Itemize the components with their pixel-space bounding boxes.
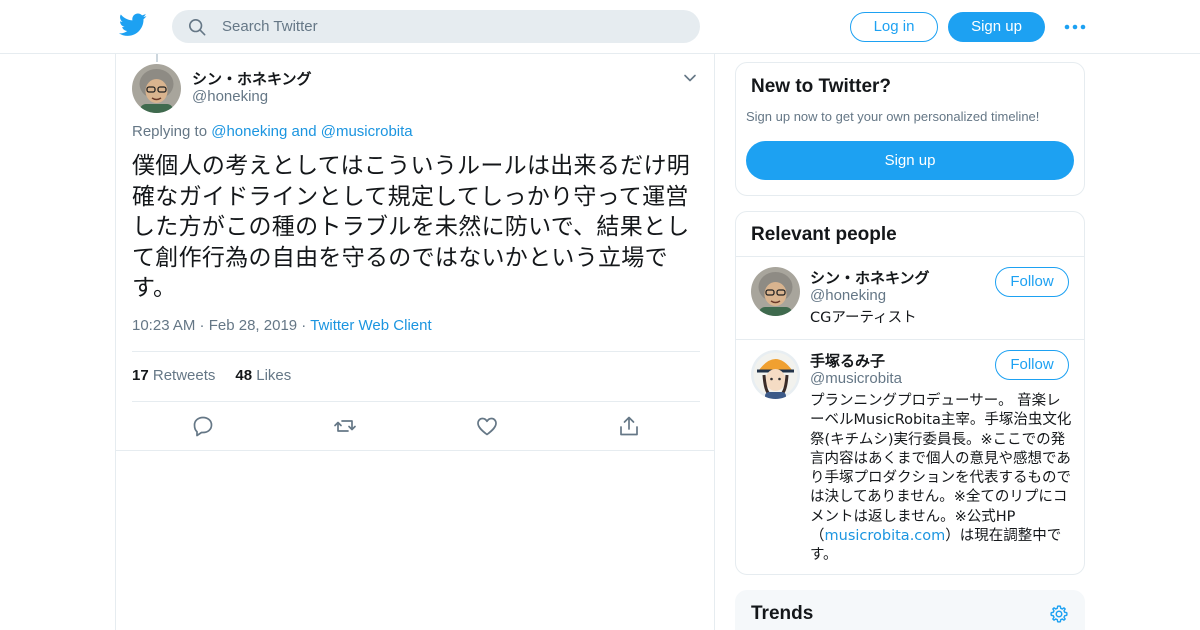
- bio-website-link[interactable]: musicrobita.com: [825, 528, 946, 544]
- search-icon: [188, 18, 206, 36]
- tweet-stats: 17 Retweets 48 Likes: [132, 367, 291, 384]
- avatar-image: [751, 350, 800, 399]
- divider: [736, 339, 1084, 340]
- card-title: Trends: [751, 603, 814, 624]
- tweet-column: シン・ホネキング @honeking Replying to @honeking…: [115, 54, 715, 630]
- retweets-count: 17: [132, 367, 149, 384]
- replying-prefix: Replying to: [132, 123, 212, 140]
- retweets-label: Retweets: [152, 367, 216, 384]
- person-name[interactable]: シン・ホネキング: [810, 267, 930, 288]
- divider: [736, 256, 1084, 257]
- tweet-metadata: 10:23 AM · Feb 28, 2019 · Twitter Web Cl…: [132, 317, 432, 334]
- person-bio: プランニングプロデューサー。 音楽レーベルMusicRobita主宰。手塚治虫文…: [810, 392, 1072, 566]
- reply-mention-link[interactable]: @musicrobita: [321, 123, 413, 140]
- new-to-twitter-card: New to Twitter? Sign up now to get your …: [735, 62, 1085, 196]
- tweet-time[interactable]: 10:23 AM: [132, 317, 195, 334]
- thread-connector: [156, 54, 158, 62]
- reply-mention-link[interactable]: @honeking: [211, 123, 287, 140]
- person-name[interactable]: 手塚るみ子: [810, 350, 885, 371]
- search-box[interactable]: [172, 10, 700, 43]
- card-subtitle: Sign up now to get your own personalized…: [746, 109, 1040, 124]
- follow-button[interactable]: Follow: [995, 350, 1069, 380]
- avatar[interactable]: [751, 267, 800, 316]
- divider: [132, 401, 700, 402]
- likes-count: 48: [235, 367, 253, 384]
- login-button[interactable]: Log in: [850, 12, 938, 42]
- person-handle[interactable]: @musicrobita: [810, 370, 902, 387]
- gear-icon[interactable]: [1049, 604, 1069, 624]
- retweet-icon[interactable]: [333, 414, 357, 438]
- tweet-source-link[interactable]: Twitter Web Client: [310, 317, 431, 334]
- twitter-bird-icon[interactable]: [119, 13, 147, 37]
- share-icon[interactable]: [617, 414, 641, 438]
- person-bio-text: プランニングプロデューサー。 音楽レーベルMusicRobita主宰。手塚治虫文…: [810, 393, 1072, 545]
- top-nav: Log in Sign up: [0, 0, 1200, 54]
- person-bio: CGアーティスト: [810, 310, 917, 326]
- divider: [116, 450, 714, 451]
- reply-and-text: and: [287, 123, 321, 140]
- tweet-actions: [116, 414, 714, 450]
- more-dots-icon[interactable]: [1064, 18, 1086, 36]
- likes-label: Likes: [256, 367, 292, 384]
- author-name[interactable]: シン・ホネキング: [192, 68, 312, 89]
- avatar[interactable]: [132, 64, 181, 113]
- sidebar-signup-button[interactable]: Sign up: [746, 141, 1074, 180]
- search-input[interactable]: [222, 10, 682, 43]
- trends-card: Trends: [735, 590, 1085, 630]
- tweet-text: 僕個人の考えとしてはこういうルールは出来るだけ明確なガイドラインとして規定してし…: [132, 153, 691, 301]
- tweet-date[interactable]: Feb 28, 2019: [209, 317, 297, 334]
- person-handle[interactable]: @honeking: [810, 287, 886, 304]
- avatar[interactable]: [751, 350, 800, 399]
- card-title: New to Twitter?: [751, 76, 892, 97]
- reply-icon[interactable]: [191, 414, 215, 438]
- retweets-stat[interactable]: 17 Retweets: [132, 367, 215, 384]
- chevron-down-icon[interactable]: [682, 70, 698, 86]
- avatar-image: [751, 267, 800, 316]
- replying-to: Replying to @honeking and @musicrobita: [132, 123, 413, 140]
- follow-button[interactable]: Follow: [995, 267, 1069, 297]
- card-title: Relevant people: [751, 224, 897, 245]
- author-handle[interactable]: @honeking: [192, 88, 268, 105]
- signup-button[interactable]: Sign up: [948, 12, 1045, 42]
- divider: [132, 351, 700, 352]
- like-heart-icon[interactable]: [475, 414, 499, 438]
- likes-stat[interactable]: 48 Likes: [235, 367, 291, 384]
- relevant-people-card: Relevant people シン・ホネキング @honeking Follo…: [735, 211, 1085, 575]
- avatar-image: [132, 64, 181, 113]
